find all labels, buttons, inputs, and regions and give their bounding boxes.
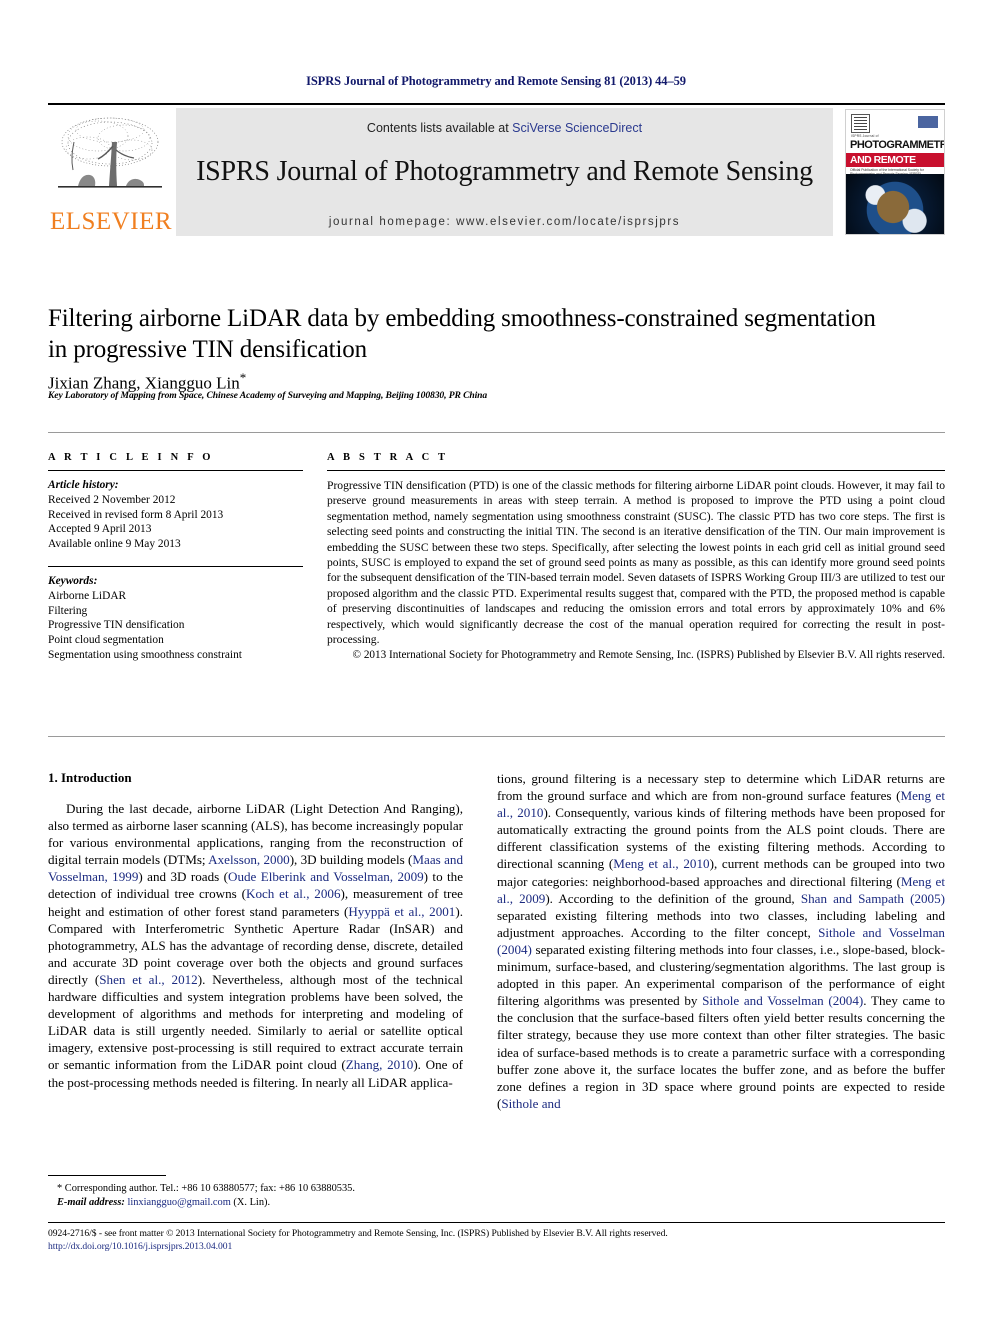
- abstract-heading: A B S T R A C T: [327, 452, 449, 463]
- elsevier-tree-icon: [58, 117, 162, 188]
- keywords-group: Keywords: Airborne LiDAR Filtering Progr…: [48, 574, 303, 663]
- cover-earth-image: [846, 174, 944, 234]
- intro-paragraph-right: tions, ground filtering is a necessary s…: [497, 771, 945, 1111]
- cover-isprs-icon: [918, 116, 938, 128]
- journal-title: ISPRS Journal of Photogrammetry and Remo…: [196, 156, 813, 187]
- affiliation: Key Laboratory of Mapping from Space, Ch…: [48, 390, 488, 401]
- corresponding-author-marker: *: [239, 370, 247, 385]
- elsevier-logo-block: ELSEVIER: [48, 108, 176, 236]
- article-history-group: Article history: Received 2 November 201…: [48, 478, 303, 552]
- elsevier-wordmark: ELSEVIER: [49, 208, 173, 235]
- article-info-rule: [48, 470, 303, 471]
- corresponding-author-footnote: * Corresponding author. Tel.: +86 10 638…: [48, 1175, 463, 1209]
- section-heading-introduction: 1. Introduction: [48, 770, 132, 785]
- contents-available-line: Contents lists available at SciVerse Sci…: [176, 121, 833, 135]
- cover-title-line1: PHOTOGRAMMETRY: [850, 139, 945, 151]
- article-history-label: Article history:: [48, 479, 119, 491]
- contents-prefix: Contents lists available at: [366, 121, 513, 135]
- abstract-column: A B S T R A C T Progressive TIN densific…: [327, 452, 945, 664]
- abstract-rule: [327, 470, 945, 471]
- keyword-item: Airborne LiDAR: [48, 589, 127, 602]
- running-head: ISPRS Journal of Photogrammetry and Remo…: [306, 74, 686, 88]
- history-item: Available online 9 May 2013: [48, 538, 181, 551]
- footnote-line-email: E-mail address: linxiangguo@gmail.com (X…: [48, 1196, 463, 1210]
- email-link[interactable]: linxiangguo@gmail.com: [127, 1197, 230, 1208]
- keywords-rule: [48, 565, 303, 567]
- intro-paragraph-left: During the last decade, airborne LiDAR (…: [48, 801, 464, 1090]
- abstract-copyright: © 2013 International Society for Photogr…: [352, 649, 945, 662]
- article-info-column: A R T I C L E I N F O Article history: R…: [48, 452, 303, 663]
- footer-copyright: 0924-2716/$ - see front matter © 2013 In…: [48, 1228, 668, 1239]
- journal-homepage-link[interactable]: journal homepage: www.elsevier.com/locat…: [176, 216, 833, 228]
- history-item: Received 2 November 2012: [48, 493, 176, 506]
- email-label: E-mail address:: [57, 1196, 125, 1208]
- keyword-item: Segmentation using smoothness constraint: [48, 648, 242, 661]
- page-footer: 0924-2716/$ - see front matter © 2013 In…: [48, 1227, 945, 1253]
- footer-doi-link[interactable]: http://dx.doi.org/10.1016/j.isprsjprs.20…: [48, 1240, 945, 1253]
- history-item: Accepted 9 April 2013: [48, 523, 152, 536]
- keywords-label: Keywords:: [48, 574, 98, 587]
- cover-eyebrow: ISPRS Journal of: [851, 134, 879, 138]
- paper-page: ISPRS Journal of Photogrammetry and Remo…: [0, 0, 992, 1323]
- keyword-item: Filtering: [48, 604, 88, 617]
- article-info-heading: A R T I C L E I N F O: [48, 452, 214, 463]
- page-title: Filtering airborne LiDAR data by embeddi…: [48, 305, 876, 363]
- abstract-text: Progressive TIN densification (PTD) is o…: [327, 479, 945, 647]
- email-suffix: (X. Lin).: [233, 1196, 271, 1208]
- cover-elsevier-icon: [851, 114, 870, 133]
- info-divider-bottom: [48, 736, 945, 737]
- footer-divider: [48, 1222, 945, 1223]
- sciencedirect-link[interactable]: SciVerse ScienceDirect: [512, 121, 642, 135]
- keyword-item: Progressive TIN densification: [48, 619, 185, 632]
- body-column-left: 1. Introduction During the last decade, …: [48, 770, 463, 1091]
- body-column-right: tions, ground filtering is a necessary s…: [497, 770, 945, 1112]
- masthead-center: Contents lists available at SciVerse Sci…: [176, 108, 833, 236]
- info-divider-top: [48, 432, 945, 433]
- footnote-line-tel: * Corresponding author. Tel.: +86 10 638…: [57, 1183, 355, 1194]
- footnote-divider: [48, 1175, 166, 1176]
- journal-cover-block: ISPRS Journal of PHOTOGRAMMETRY AND REMO…: [833, 108, 945, 236]
- history-item: Received in revised form 8 April 2013: [48, 508, 224, 521]
- journal-cover-thumbnail: ISPRS Journal of PHOTOGRAMMETRY AND REMO…: [845, 109, 945, 235]
- keyword-item: Point cloud segmentation: [48, 634, 164, 647]
- journal-masthead: ELSEVIER Contents lists available at Sci…: [48, 103, 945, 238]
